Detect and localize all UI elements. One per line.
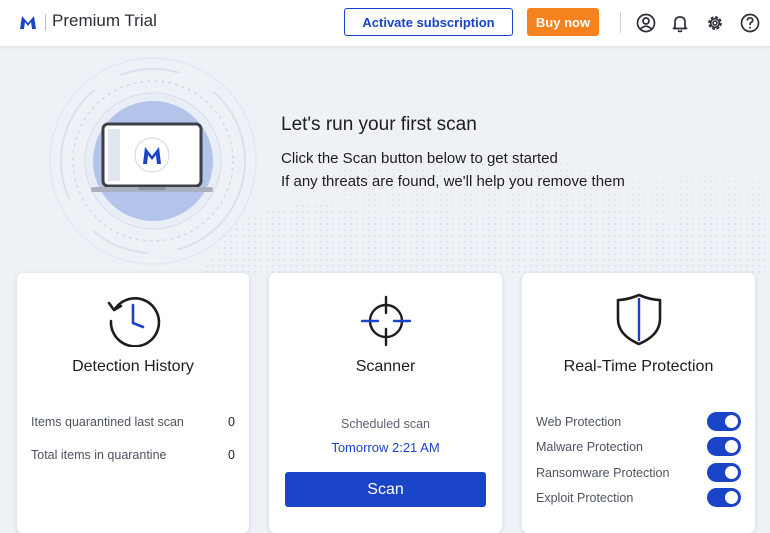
malwarebytes-logo-icon: [20, 16, 36, 29]
header-divider-right: [620, 12, 621, 33]
malware-protection-toggle[interactable]: [707, 437, 741, 456]
activate-subscription-button[interactable]: Activate subscription: [344, 8, 513, 36]
web-protection-toggle[interactable]: [707, 412, 741, 431]
hero-instruction: Click the Scan button below to get start…: [281, 150, 558, 167]
account-icon[interactable]: [635, 12, 657, 34]
ransomware-protection-row: Ransomware Protection: [536, 463, 741, 483]
settings-gear-icon[interactable]: [704, 12, 726, 34]
ransomware-protection-toggle[interactable]: [707, 463, 741, 482]
real-time-protection-card[interactable]: Real-Time Protection Web Protection Malw…: [522, 273, 755, 533]
scheduled-scan-time[interactable]: Tomorrow 2:21 AM: [269, 440, 502, 455]
exploit-protection-row: Exploit Protection: [536, 488, 741, 508]
toggle-knob: [725, 491, 738, 504]
protection-label: Exploit Protection: [536, 491, 634, 505]
app-title: Premium Trial: [52, 11, 157, 30]
toggle-knob: [725, 415, 738, 428]
stat-label: Items quarantined last scan: [31, 415, 184, 429]
buy-now-button[interactable]: Buy now: [527, 8, 599, 36]
toggle-knob: [725, 466, 738, 479]
app-header: Premium Trial Activate subscription Buy …: [0, 0, 770, 47]
scheduled-scan-label: Scheduled scan: [341, 417, 430, 431]
hero-reassurance: If any threats are found, we'll help you…: [281, 173, 625, 190]
header-divider: [45, 14, 46, 31]
history-clock-icon: [107, 297, 161, 347]
hero-title: Let's run your first scan: [281, 114, 477, 135]
crosshair-icon: [360, 295, 411, 347]
web-protection-row: Web Protection: [536, 412, 741, 432]
laptop-scan-illustration: [49, 57, 257, 265]
protection-label: Malware Protection: [536, 440, 643, 454]
protection-label: Ransomware Protection: [536, 466, 670, 480]
exploit-protection-toggle[interactable]: [707, 488, 741, 507]
detection-history-title: Detection History: [72, 358, 194, 375]
scanner-card[interactable]: Scanner Scheduled scan Tomorrow 2:21 AM …: [269, 273, 502, 533]
notification-bell-icon[interactable]: [669, 12, 691, 34]
toggle-knob: [725, 440, 738, 453]
stat-value: 0: [228, 448, 235, 462]
stat-label: Total items in quarantine: [31, 448, 167, 462]
detection-history-card[interactable]: Detection History Items quarantined last…: [17, 273, 249, 533]
protection-label: Web Protection: [536, 415, 622, 429]
scan-button[interactable]: Scan: [285, 472, 486, 507]
real-time-protection-title: Real-Time Protection: [563, 358, 714, 375]
malware-protection-row: Malware Protection: [536, 437, 741, 457]
shield-icon: [616, 293, 661, 346]
stat-total-quarantine: Total items in quarantine 0: [31, 448, 235, 462]
help-icon[interactable]: [739, 12, 761, 34]
stat-quarantined-last-scan: Items quarantined last scan 0: [31, 415, 235, 429]
stat-value: 0: [228, 415, 235, 429]
scanner-title: Scanner: [355, 358, 416, 375]
